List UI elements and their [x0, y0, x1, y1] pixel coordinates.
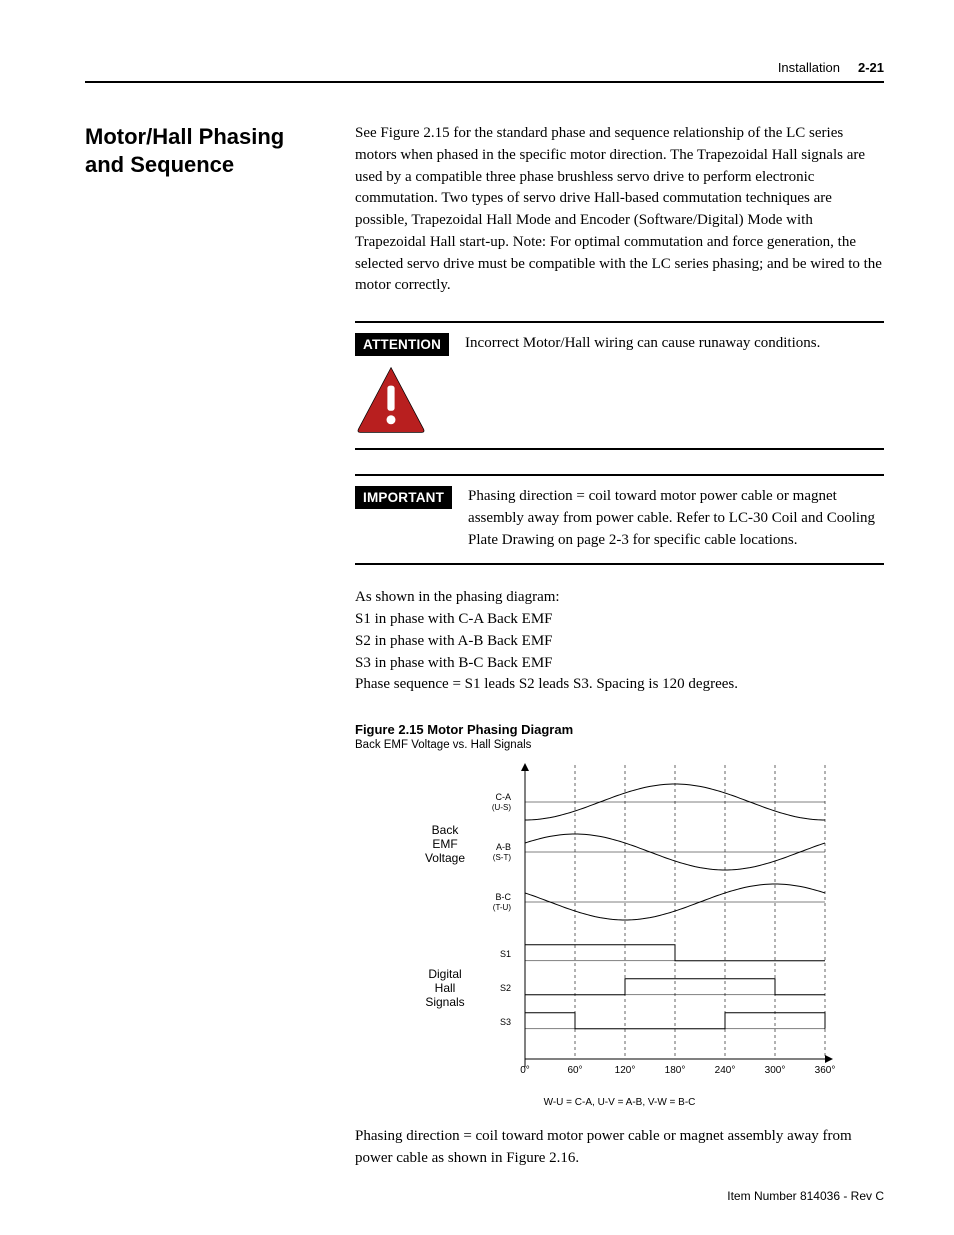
- svg-text:(T-U): (T-U): [492, 903, 511, 912]
- figure-subtitle: Back EMF Voltage vs. Hall Signals: [355, 739, 884, 751]
- svg-text:180°: 180°: [664, 1065, 685, 1076]
- page-number: 2-21: [858, 60, 884, 75]
- figure-title: Figure 2.15 Motor Phasing Diagram: [355, 722, 884, 737]
- important-text: Phasing direction = coil toward motor po…: [468, 486, 884, 551]
- phasing-line: S3 in phase with B-C Back EMF: [355, 653, 884, 675]
- page-footer: Item Number 814036 - Rev C: [727, 1189, 884, 1203]
- svg-text:120°: 120°: [614, 1065, 635, 1076]
- phasing-intro: As shown in the phasing diagram:: [355, 587, 884, 609]
- phasing-line: S1 in phase with C-A Back EMF: [355, 609, 884, 631]
- warning-icon: [355, 364, 427, 436]
- svg-text:S2: S2: [499, 983, 510, 993]
- svg-text:60°: 60°: [567, 1065, 582, 1076]
- figure-footnote: W-U = C-A, U-V = A-B, V-W = B-C: [355, 1097, 884, 1108]
- svg-text:A-B: A-B: [495, 842, 510, 852]
- phasing-line: Phase sequence = S1 leads S2 leads S3. S…: [355, 674, 884, 696]
- svg-text:B-C: B-C: [495, 892, 511, 902]
- attention-label: ATTENTION: [355, 333, 449, 356]
- page-header: Installation 2-21: [85, 60, 884, 75]
- svg-text:300°: 300°: [764, 1065, 785, 1076]
- svg-text:BackEMFVoltage: BackEMFVoltage: [424, 823, 464, 865]
- svg-text:360°: 360°: [814, 1065, 835, 1076]
- important-block: IMPORTANT Phasing direction = coil towar…: [355, 474, 884, 565]
- svg-text:0°: 0°: [520, 1065, 530, 1076]
- svg-text:240°: 240°: [714, 1065, 735, 1076]
- important-label: IMPORTANT: [355, 486, 452, 509]
- phasing-list: As shown in the phasing diagram: S1 in p…: [355, 587, 884, 696]
- phasing-diagram: 0° 60° 120° 180° 240° 300° 360° C-A(U-S) A-B(S-T…: [355, 759, 884, 1089]
- phasing-line: S2 in phase with A-B Back EMF: [355, 631, 884, 653]
- section-heading: Motor/Hall Phasing and Sequence: [85, 123, 305, 178]
- header-rule: [85, 81, 884, 83]
- svg-text:(U-S): (U-S): [491, 803, 510, 812]
- svg-text:S1: S1: [499, 949, 510, 959]
- intro-paragraph: See Figure 2.15 for the standard phase a…: [355, 123, 884, 297]
- svg-text:(S-T): (S-T): [492, 853, 511, 862]
- chapter-label: Installation: [778, 60, 840, 75]
- attention-text: Incorrect Motor/Hall wiring can cause ru…: [465, 333, 884, 355]
- svg-text:S3: S3: [499, 1017, 510, 1027]
- svg-text:DigitalHallSignals: DigitalHallSignals: [425, 967, 464, 1009]
- attention-block: ATTENTION Incorrect Motor/Hall wiring ca…: [355, 321, 884, 450]
- trailing-paragraph: Phasing direction = coil toward motor po…: [355, 1126, 884, 1170]
- svg-text:C-A: C-A: [495, 792, 511, 802]
